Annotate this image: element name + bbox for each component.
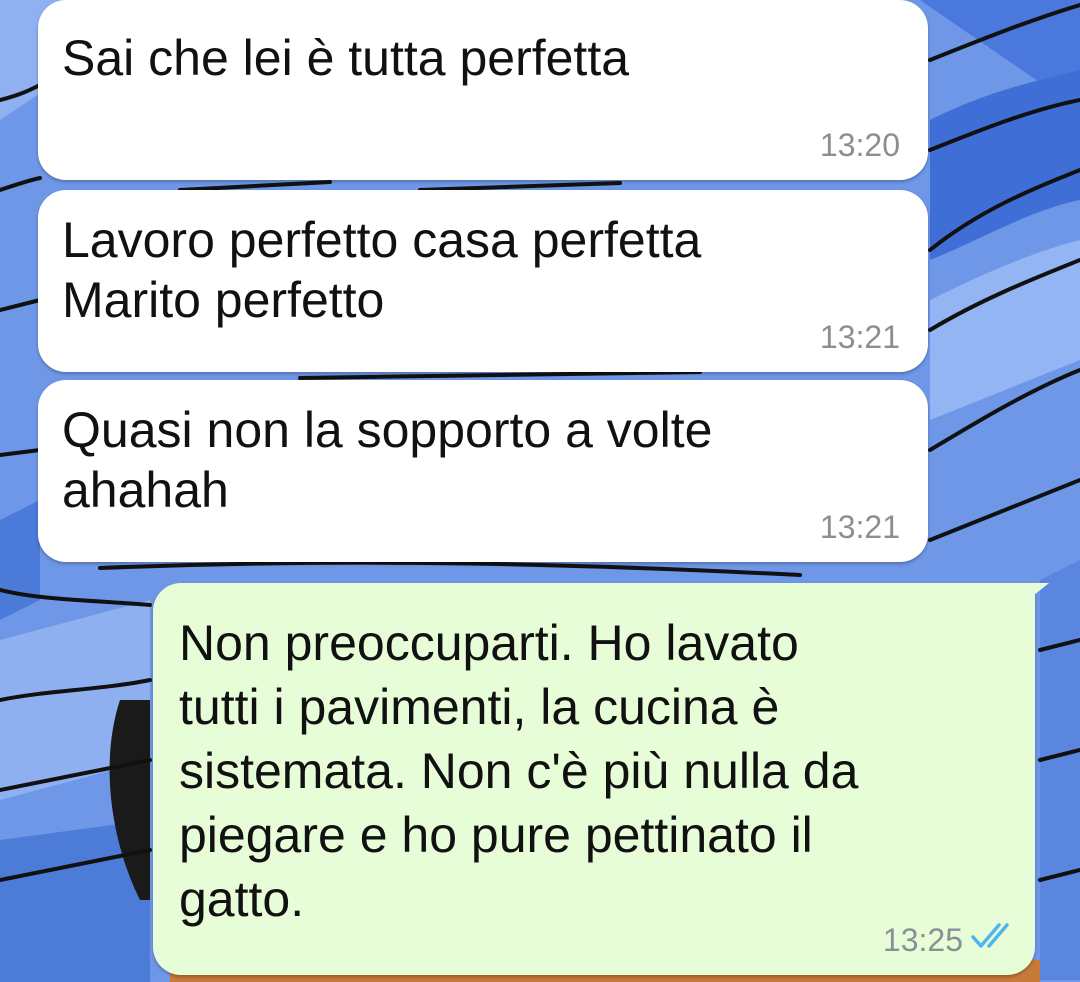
message-bubble-incoming[interactable]: Quasi non la sopporto a volte ahahah 13:…	[38, 380, 928, 562]
message-text: Lavoro perfetto casa perfetta Marito per…	[62, 212, 702, 328]
message-time: 13:21	[819, 509, 900, 545]
message-text: Sai che lei è tutta perfetta	[62, 30, 630, 86]
message-time: 13:25	[882, 922, 963, 958]
double-check-icon	[971, 923, 1009, 948]
message-time: 13:21	[819, 319, 900, 355]
message-text: Non preoccuparti. Ho lavato tutti i pavi…	[179, 615, 859, 927]
bubble-tail	[1019, 583, 1049, 607]
message-bubble-incoming[interactable]: Lavoro perfetto casa perfetta Marito per…	[38, 190, 928, 372]
message-bubble-incoming[interactable]: Sai che lei è tutta perfetta 13:20	[38, 0, 928, 180]
message-text: Quasi non la sopporto a volte ahahah	[62, 402, 713, 518]
message-time: 13:20	[819, 127, 900, 163]
message-bubble-outgoing[interactable]: Non preoccuparti. Ho lavato tutti i pavi…	[153, 583, 1049, 975]
